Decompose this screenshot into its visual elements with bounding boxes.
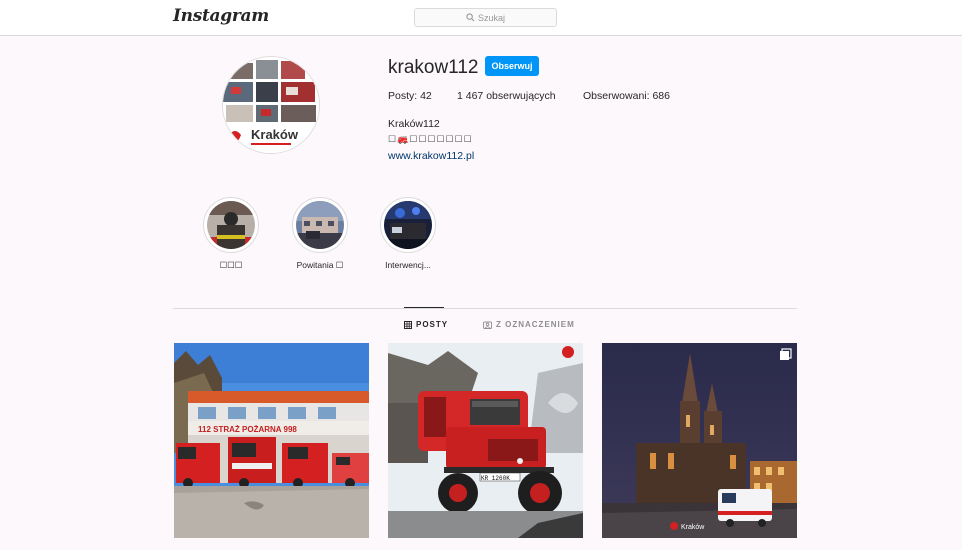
tab-posts-label: POSTY (416, 320, 449, 329)
search-placeholder: Szukaj (477, 12, 505, 23)
bio-full-name: Kraków112 (388, 118, 440, 130)
followers-count[interactable]: 1 467 obserwujących (457, 90, 556, 102)
highlight-cover (296, 201, 344, 249)
tagged-icon (483, 321, 492, 329)
tab-tagged[interactable]: Z OZNACZENIEM (483, 320, 575, 329)
bio-text: ☐🚒☐☐☐☐☐☐☐ (388, 134, 473, 144)
posts-count: Posty: 42 (388, 90, 432, 102)
highlight-label: ☐☐☐ (219, 260, 243, 270)
top-navigation-bar: Instagram Szukaj (0, 0, 962, 36)
active-tab-indicator (404, 307, 444, 308)
search-icon (466, 13, 475, 22)
profile-username: krakow112 (388, 57, 479, 78)
highlight-label: Powitania ☐ (296, 260, 344, 270)
post-thumbnail[interactable]: 112 STRAŻ POŻARNA 998 (174, 343, 369, 538)
highlight-item[interactable]: Powitania ☐ (280, 197, 360, 271)
highlight-cover (207, 201, 255, 249)
highlight-cover (384, 201, 432, 249)
highlight-label: Interwencj... (385, 260, 431, 270)
highlight-item[interactable]: ☐☐☐ (191, 197, 271, 271)
tab-posts[interactable]: POSTY (404, 320, 448, 329)
search-input[interactable]: Szukaj (414, 8, 557, 27)
highlight-item[interactable]: Interwencj... (368, 197, 448, 270)
station-sign-text: 112 STRAŻ POŻARNA 998 (198, 425, 297, 434)
bio-website-link[interactable]: www.krakow112.pl (388, 150, 474, 162)
instagram-logo[interactable]: Instagram (173, 6, 269, 26)
following-count[interactable]: Obserwowani: 686 (583, 90, 670, 102)
avatar-logo-text: Kraków (251, 127, 299, 142)
post-watermark-icon (562, 346, 574, 358)
profile-avatar[interactable]: Kraków (222, 56, 320, 154)
license-plate-text: KR 1260K (481, 475, 510, 482)
tab-tagged-label: Z OZNACZENIEM (496, 320, 575, 329)
post-thumbnail[interactable]: Kraków (602, 343, 797, 538)
follow-button[interactable]: Obserwuj (485, 56, 539, 76)
post-thumbnail[interactable]: KR 1260K (388, 343, 583, 538)
grid-icon (404, 320, 412, 329)
post-watermark-text: Kraków (681, 524, 705, 531)
tabs-divider (173, 308, 797, 309)
